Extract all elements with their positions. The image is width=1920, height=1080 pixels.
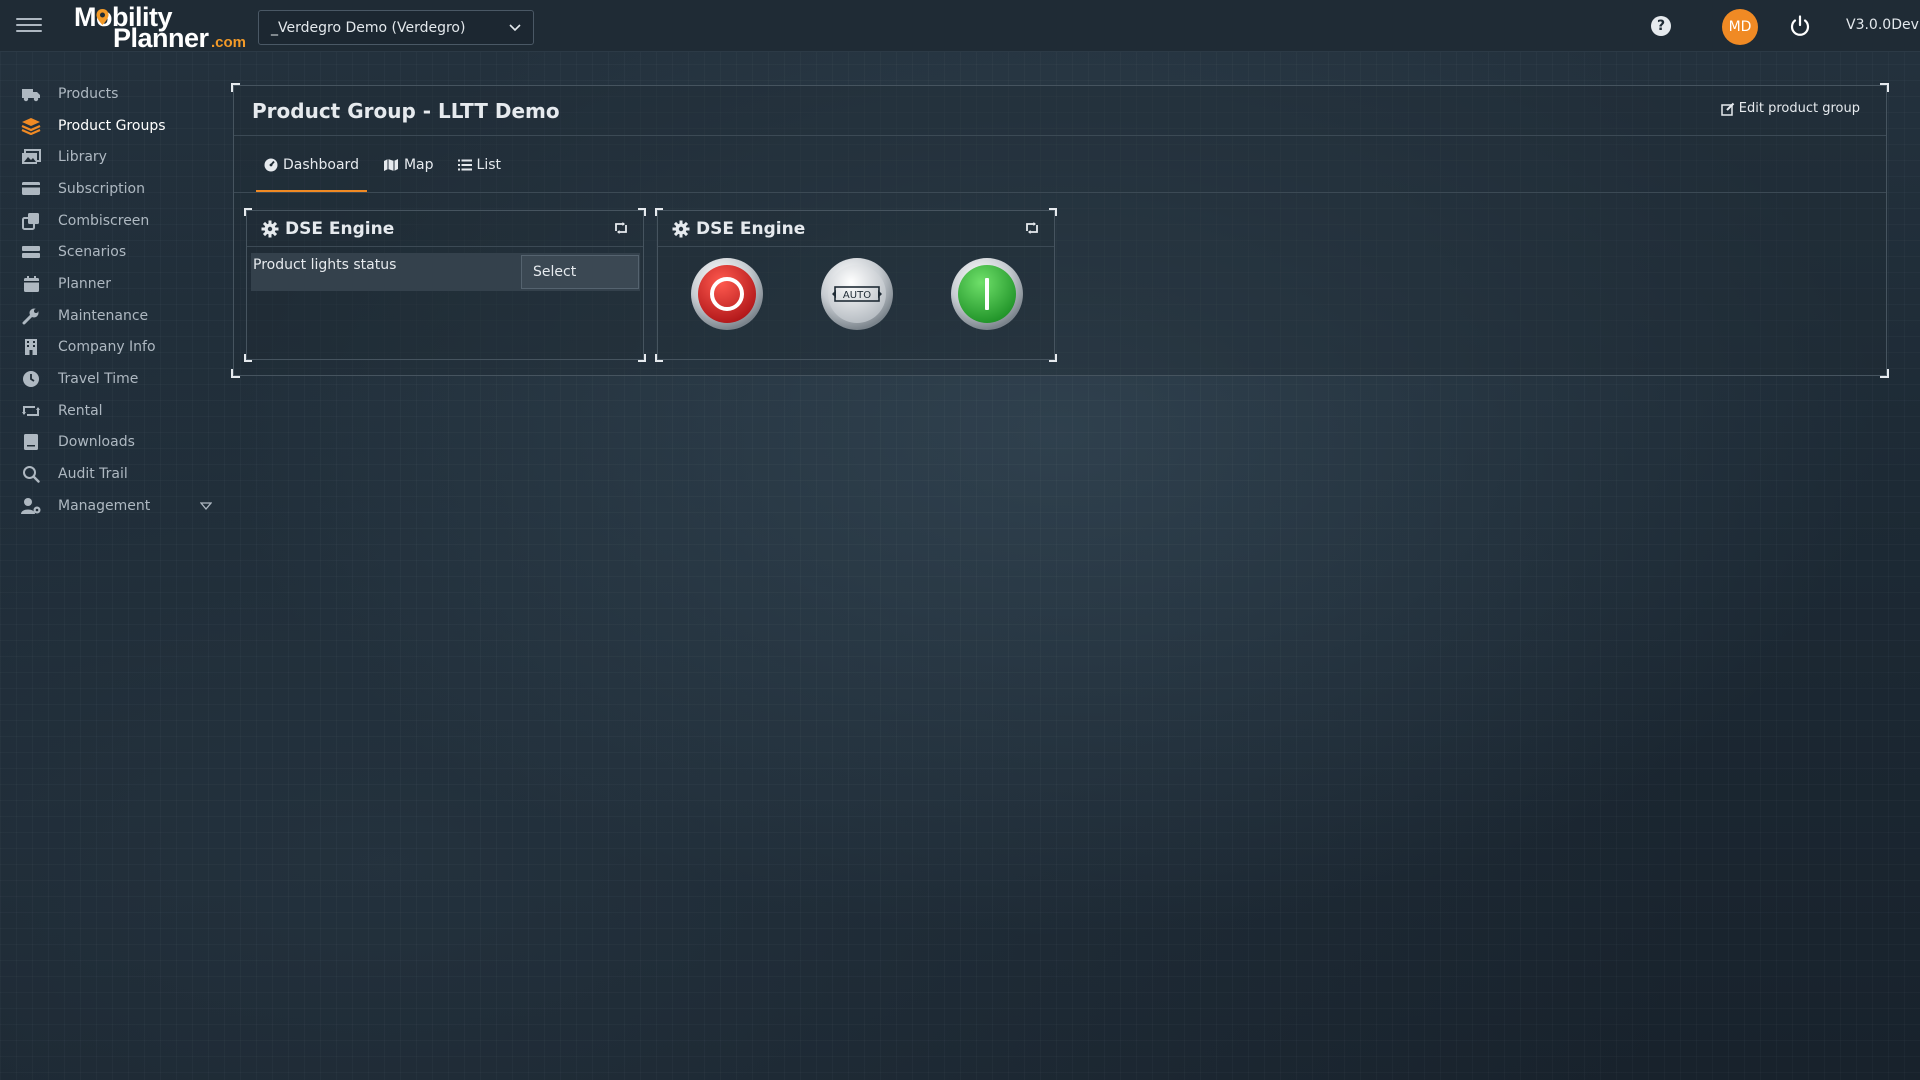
gear-icon <box>261 220 279 238</box>
stop-engine-button[interactable] <box>690 257 764 331</box>
sidebar-item-label: Scenarios <box>58 244 127 261</box>
dashboard-icon <box>264 158 278 171</box>
top-bar: Mobility Planner .com _Verdegro Demo (Ve… <box>0 0 1920 53</box>
list-icon <box>457 159 472 170</box>
clock-icon <box>20 370 42 388</box>
user-avatar[interactable]: MD <box>1722 9 1758 45</box>
logo-suffix: .com <box>211 34 247 51</box>
sidebar-item-combiscreen[interactable]: Combiscreen <box>0 205 222 237</box>
help-button[interactable]: ? <box>1651 16 1671 36</box>
page-title: Product Group - LLTT Demo <box>252 99 560 123</box>
sidebar: Products Product Groups Library Subscrip… <box>0 78 222 522</box>
tab-label: Dashboard <box>283 156 359 173</box>
sidebar-item-label: Subscription <box>58 180 145 197</box>
widget-title: DSE Engine <box>696 219 806 239</box>
sidebar-item-label: Products <box>58 85 119 102</box>
sidebar-item-management[interactable]: Management <box>0 490 222 522</box>
sidebar-item-rental[interactable]: Rental <box>0 395 222 427</box>
map-icon <box>383 158 398 171</box>
sidebar-item-products[interactable]: Products <box>0 78 222 110</box>
download-icon <box>20 433 42 451</box>
edit-icon <box>1721 102 1735 116</box>
logo[interactable]: Mobility Planner .com <box>74 2 247 53</box>
product-lights-label: Product lights status <box>253 257 397 273</box>
layers-icon <box>20 117 42 135</box>
edit-product-group-button[interactable]: Edit product group <box>1721 101 1860 116</box>
panel-tabs: Dashboard Map List <box>256 137 517 192</box>
sidebar-item-label: Maintenance <box>58 307 149 324</box>
sidebar-item-label: Travel Time <box>58 371 139 388</box>
tab-list[interactable]: List <box>450 137 509 192</box>
retweet-icon <box>20 402 42 420</box>
product-group-panel: Product Group - LLTT Demo Edit product g… <box>231 83 1889 378</box>
gear-icon <box>672 220 690 238</box>
tab-label: Map <box>403 156 434 173</box>
dse-engine-widget-controls: DSE Engine AUTO <box>655 208 1057 362</box>
power-icon[interactable] <box>1788 14 1812 38</box>
tab-map[interactable]: Map <box>375 137 442 192</box>
organization-select[interactable]: _Verdegro Demo (Verdegro) <box>258 10 534 45</box>
organization-select-value: _Verdegro Demo (Verdegro) <box>271 19 466 36</box>
sidebar-item-label: Downloads <box>58 434 135 451</box>
menu-toggle-icon[interactable] <box>16 18 42 34</box>
tab-dashboard[interactable]: Dashboard <box>256 137 367 192</box>
sidebar-item-library[interactable]: Library <box>0 141 222 173</box>
dse-engine-widget-lights: DSE Engine Product lights status Select <box>244 208 646 362</box>
sidebar-item-subscription[interactable]: Subscription <box>0 173 222 205</box>
sidebar-item-label: Rental <box>58 402 103 419</box>
stack-icon <box>20 243 42 261</box>
sidebar-item-label: Company Info <box>58 339 156 356</box>
search-icon <box>20 465 42 483</box>
user-cog-icon <box>20 497 42 515</box>
truck-icon <box>20 85 42 103</box>
lights-status-select[interactable]: Select <box>521 255 639 289</box>
clone-icon <box>20 212 42 230</box>
building-icon <box>20 338 42 356</box>
sidebar-item-label: Planner <box>58 275 112 292</box>
auto-mode-button[interactable]: AUTO <box>820 257 894 331</box>
sidebar-item-product-groups[interactable]: Product Groups <box>0 110 222 142</box>
wrench-icon <box>20 307 42 325</box>
start-engine-button[interactable] <box>950 257 1024 331</box>
sidebar-item-label: Product Groups <box>58 117 166 134</box>
logo-pin-icon <box>96 9 109 25</box>
edit-product-group-label: Edit product group <box>1738 101 1860 116</box>
refresh-icon[interactable] <box>1024 221 1040 235</box>
tab-label: List <box>476 156 501 173</box>
sidebar-item-label: Management <box>58 497 151 514</box>
sidebar-item-label: Audit Trail <box>58 466 128 483</box>
sidebar-item-maintenance[interactable]: Maintenance <box>0 300 222 332</box>
sidebar-item-audit-trail[interactable]: Audit Trail <box>0 458 222 490</box>
chevron-down-icon[interactable] <box>200 501 212 511</box>
chevron-down-icon <box>509 24 521 32</box>
product-lights-row: Product lights status Select <box>251 253 640 291</box>
app-version: V3.0.0Dev <box>1846 17 1919 33</box>
images-icon <box>20 148 42 166</box>
calendar-icon <box>20 275 42 293</box>
logo-line-2: Planner <box>113 23 209 53</box>
sidebar-item-travel-time[interactable]: Travel Time <box>0 363 222 395</box>
sidebar-item-planner[interactable]: Planner <box>0 268 222 300</box>
sidebar-item-downloads[interactable]: Downloads <box>0 427 222 459</box>
widget-title: DSE Engine <box>285 219 395 239</box>
sidebar-item-company-info[interactable]: Company Info <box>0 332 222 364</box>
sidebar-item-label: Library <box>58 149 107 166</box>
refresh-icon[interactable] <box>613 221 629 235</box>
auto-label: AUTO <box>843 290 871 301</box>
sidebar-item-label: Combiscreen <box>58 212 150 229</box>
sidebar-item-scenarios[interactable]: Scenarios <box>0 236 222 268</box>
credit-card-icon <box>20 180 42 198</box>
